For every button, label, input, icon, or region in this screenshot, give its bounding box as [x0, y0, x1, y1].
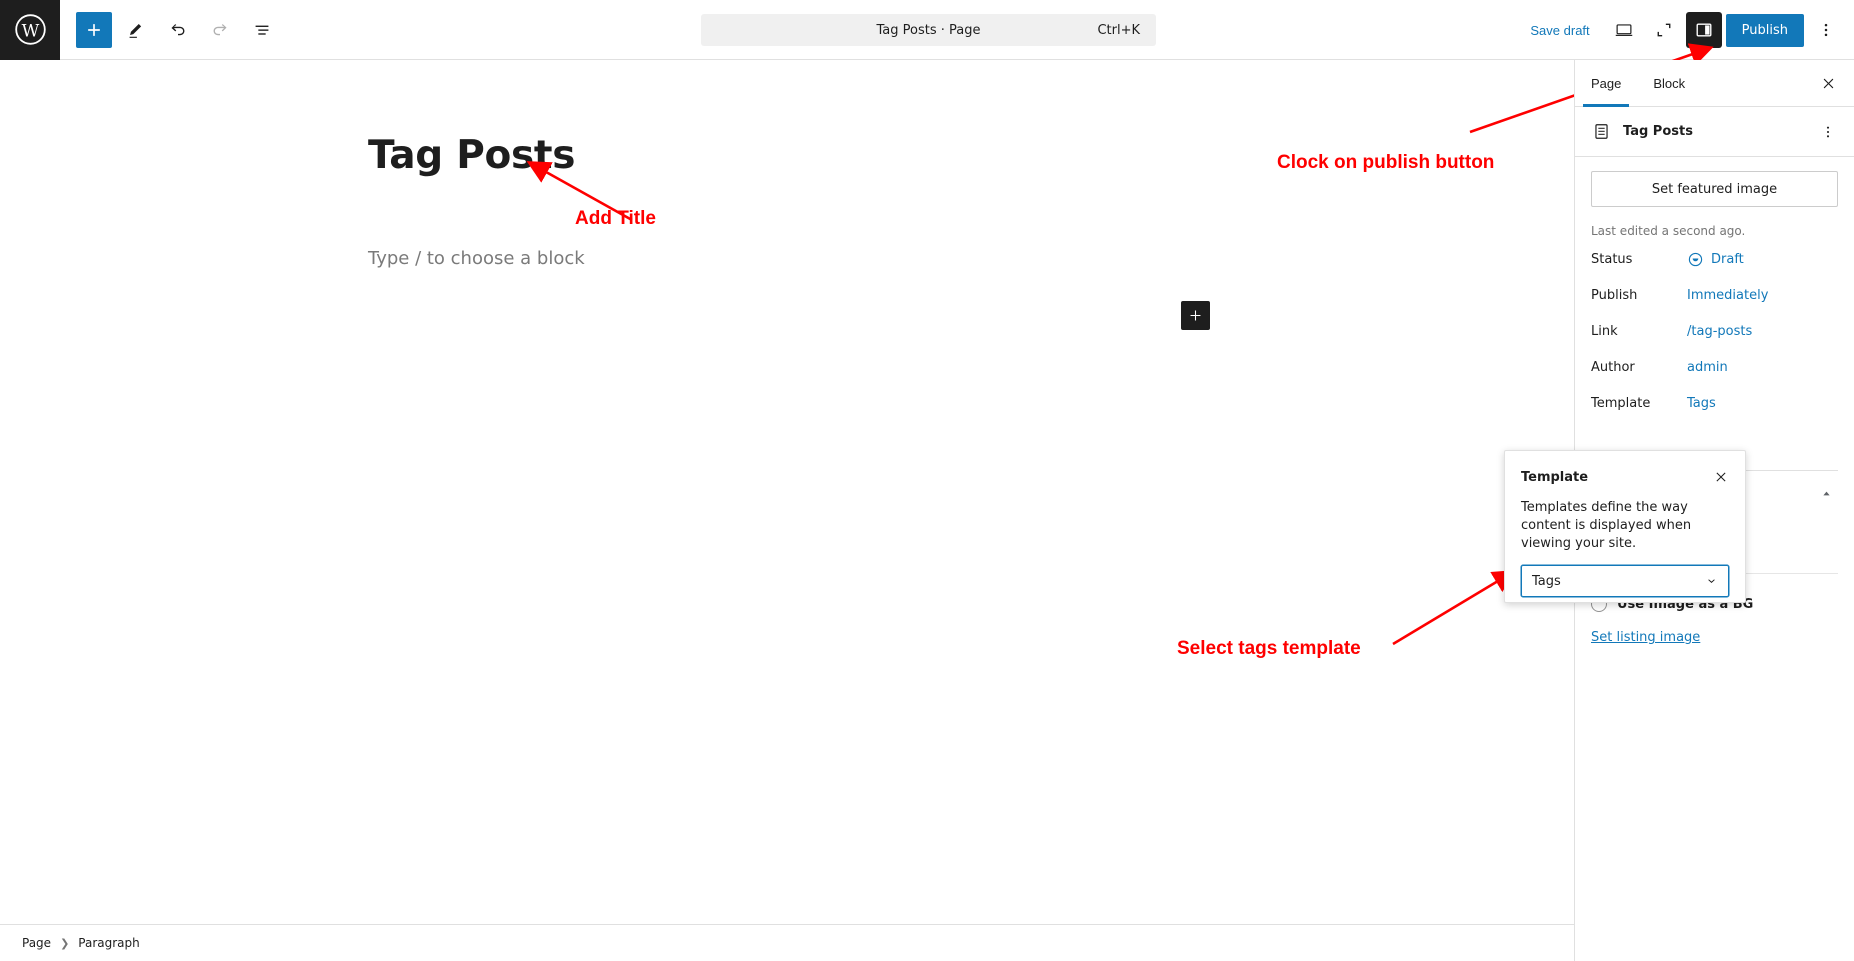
close-x-icon [1823, 78, 1833, 88]
top-bar-actions: Save draft Publish [1518, 0, 1844, 60]
sidebar-document-name: Tag Posts [1623, 124, 1693, 139]
breadcrumb-separator: ❯ [60, 936, 70, 950]
meta-label-author: Author [1591, 359, 1635, 375]
chevron-up-icon [1823, 491, 1830, 495]
link-value-button[interactable]: /tag-posts [1687, 324, 1752, 339]
status-value-button[interactable]: Draft [1687, 251, 1744, 268]
publish-date-button[interactable]: Immediately [1687, 288, 1768, 303]
document-overview-button[interactable] [244, 12, 280, 48]
settings-sidebar-toggle-button[interactable] [1685, 12, 1722, 48]
vertical-ellipsis-icon [1824, 23, 1828, 37]
breadcrumb-item-page[interactable]: Page [22, 936, 51, 950]
sidebar-document-header: Tag Posts [1575, 107, 1854, 157]
template-value-button[interactable]: Tags [1687, 396, 1716, 411]
tools-edit-mode-button[interactable] [118, 12, 154, 48]
block-inserter-toggle-button[interactable] [76, 11, 112, 48]
editor-options-button[interactable] [1808, 12, 1844, 48]
document-options-button[interactable] [1814, 118, 1842, 146]
preview-button[interactable] [1606, 12, 1642, 48]
expand-arrows-icon [1657, 23, 1671, 37]
set-listing-image-link[interactable]: Set listing image [1591, 630, 1700, 645]
meta-row-status: Status Draft [1591, 244, 1838, 274]
annotation-add-title: Add Title [575, 208, 656, 229]
tab-page[interactable]: Page [1575, 60, 1637, 107]
save-draft-button[interactable]: Save draft [1518, 17, 1601, 44]
meta-row-link: Link /tag-posts [1591, 316, 1838, 346]
meta-row-author: Author admin [1591, 352, 1838, 382]
sidebar-tablist: Page Block [1575, 60, 1854, 107]
meta-row-publish: Publish Immediately [1591, 280, 1838, 310]
editor-tools [60, 11, 280, 48]
canvas-block-inserter-button[interactable] [1181, 301, 1210, 330]
meta-label-template: Template [1591, 395, 1651, 411]
sidebar-panel-icon [1696, 23, 1712, 37]
redo-button[interactable] [202, 12, 238, 48]
meta-row-template: Template Tags [1591, 388, 1838, 418]
annotation-select-template: Select tags template [1177, 638, 1361, 659]
template-popover-title: Template [1521, 469, 1589, 485]
list-view-icon [255, 25, 269, 35]
undo-arrow-icon [171, 23, 185, 35]
undo-button[interactable] [160, 12, 196, 48]
editor-bottom-bar: Page ❯ Paragraph [0, 924, 1574, 961]
document-title-bar[interactable]: Tag Posts · Page Ctrl+K [701, 14, 1156, 46]
template-selected-value: Tags [1532, 573, 1561, 589]
close-x-icon [1716, 472, 1726, 482]
publish-button[interactable]: Publish [1725, 13, 1804, 47]
set-featured-image-button[interactable]: Set featured image [1591, 171, 1838, 207]
tab-block[interactable]: Block [1637, 60, 1701, 107]
chevron-down-icon [1708, 578, 1715, 583]
annotation-publish: Clock on publish button [1277, 152, 1495, 173]
pencil-icon [129, 23, 142, 38]
vertical-ellipsis-icon [1826, 126, 1830, 137]
last-edited-text: Last edited a second ago. [1591, 224, 1746, 238]
desktop-preview-icon [1615, 24, 1632, 36]
template-select-dropdown[interactable]: Tags [1521, 565, 1729, 597]
breadcrumb-item-paragraph[interactable]: Paragraph [78, 936, 139, 950]
template-popover: Template Templates define the way conten… [1504, 450, 1746, 603]
author-value-button[interactable]: admin [1687, 360, 1728, 375]
plus-icon [88, 23, 100, 36]
plus-icon [1190, 310, 1201, 321]
template-popover-description: Templates define the way content is disp… [1521, 500, 1692, 551]
meta-label-status: Status [1591, 251, 1633, 267]
editor-top-bar: W Tag Posts · Page Ctrl+K Save draft Pub… [0, 0, 1854, 60]
template-popover-close-button[interactable] [1709, 465, 1733, 489]
draft-circle-icon [1688, 252, 1703, 266]
fullscreen-toggle-button[interactable] [1646, 12, 1682, 48]
editor-canvas: Tag Posts Type / to choose a block [0, 60, 1574, 902]
template-popover-header: Template [1505, 451, 1745, 489]
command-shortcut-text: Ctrl+K [1097, 22, 1140, 38]
document-title-text: Tag Posts · Page [876, 22, 981, 38]
svg-text:W: W [21, 21, 39, 41]
post-title[interactable]: Tag Posts [368, 133, 575, 178]
redo-arrow-icon [213, 23, 227, 35]
wordpress-logo-icon: W [14, 14, 46, 45]
close-sidebar-button[interactable] [1812, 67, 1844, 99]
wordpress-logo-button[interactable]: W [0, 0, 60, 60]
paragraph-block-placeholder[interactable]: Type / to choose a block [368, 248, 585, 269]
meta-label-publish: Publish [1591, 287, 1638, 303]
page-document-icon [1589, 120, 1613, 144]
status-value-text: Draft [1711, 251, 1744, 267]
meta-label-link: Link [1591, 323, 1618, 339]
